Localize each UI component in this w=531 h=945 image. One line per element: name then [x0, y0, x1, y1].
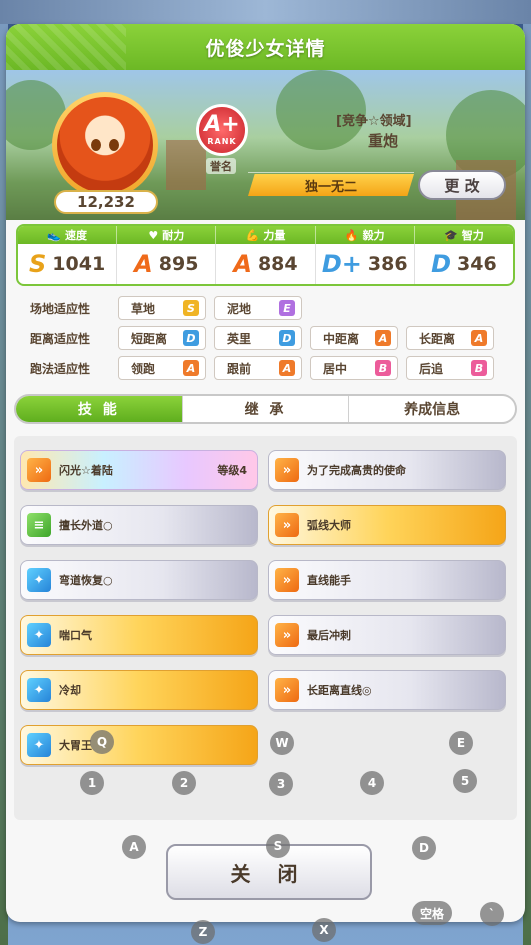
key-hint-4[interactable]: 4 — [360, 771, 384, 795]
stat-header-stamina: ♥ 耐力 — [117, 226, 217, 244]
dialog-title: 优俊少女详情 — [205, 37, 326, 60]
background-top — [0, 0, 531, 24]
stat-value: 386 — [367, 253, 408, 275]
key-hint-a[interactable]: A — [122, 835, 146, 859]
skill-recovery-icon: ✦ — [27, 678, 51, 702]
skill-item[interactable]: ✦ 大胃王 — [20, 725, 258, 765]
stat-header-speed: 👟 速度 — [18, 226, 118, 244]
evaluation-score: 12,232 — [54, 190, 158, 214]
stat-grade: A — [134, 250, 153, 278]
style-aptitude-row: 跑法适应性 领跑 A 跟前 A 居中 B 后追 B — [16, 356, 502, 380]
aptitude-dirt: 泥地 E — [214, 296, 302, 320]
aptitude-long: 长距离 A — [406, 326, 494, 350]
skill-recovery-icon: ✦ — [27, 568, 51, 592]
key-hint-x[interactable]: X — [312, 918, 336, 942]
stat-value: 346 — [457, 253, 497, 275]
epithet-category: [竞争☆领域] — [336, 114, 412, 129]
aptitude-pace: 跟前 A — [214, 356, 302, 380]
skill-item[interactable]: ≡ 擅长外道○ — [20, 505, 258, 545]
skill-speed-icon: » — [27, 458, 51, 482]
unique-badge: 独一无二 — [248, 174, 414, 196]
dialog-title-bar: 优俊少女详情 — [6, 24, 525, 70]
skill-item[interactable]: ✦ 冷却 — [20, 670, 258, 710]
muscle-icon: 💪 — [245, 228, 260, 242]
stat-speed: S 1041 — [18, 244, 118, 284]
key-hint-w[interactable]: W — [270, 731, 294, 755]
stat-grade: D — [431, 250, 452, 278]
skill-level: 等级4 — [217, 464, 247, 477]
skill-speed-icon: » — [275, 513, 299, 537]
tab-inheritance[interactable]: 继 承 — [183, 396, 350, 422]
heart-icon: ♥ — [148, 228, 159, 242]
change-epithet-button[interactable]: 更 改 — [418, 170, 506, 200]
skill-position-icon: ≡ — [27, 513, 51, 537]
epithet-name: 重炮 — [368, 132, 399, 150]
stat-wisdom: D 346 — [415, 244, 513, 284]
skill-speed-icon: » — [275, 623, 299, 647]
aptitude-medium: 中距离 A — [310, 326, 398, 350]
key-hint-d[interactable]: D — [412, 836, 436, 860]
key-hint-q[interactable]: Q — [90, 730, 114, 754]
key-hint-s[interactable]: S — [266, 834, 290, 858]
skill-speed-icon: » — [275, 678, 299, 702]
key-hint-1[interactable]: 1 — [80, 771, 104, 795]
key-hint-5[interactable]: 5 — [453, 769, 477, 793]
skill-speed-icon: » — [275, 458, 299, 482]
stat-header-power: 💪 力量 — [216, 226, 316, 244]
aptitude-late: 居中 B — [310, 356, 398, 380]
skill-item[interactable]: » 闪光☆着陆 等级4 — [20, 450, 258, 490]
track-aptitude-row: 场地适应性 草地 S 泥地 E — [16, 296, 310, 320]
stat-grade: S — [29, 250, 47, 278]
tab-training-info[interactable]: 养成信息 — [349, 396, 515, 422]
key-hint-e[interactable]: E — [449, 731, 473, 755]
skill-item[interactable]: » 最后冲刺 — [268, 615, 506, 655]
stats-table: 👟 速度 ♥ 耐力 💪 力量 🔥 毅力 🎓 智力 S 1041 A 895 A 884 D+ 38… — [16, 224, 515, 286]
stat-grade: D+ — [321, 250, 362, 278]
character-avatar — [57, 97, 153, 193]
key-hint-z[interactable]: Z — [191, 920, 215, 944]
aptitude-turf: 草地 S — [118, 296, 206, 320]
character-portrait[interactable] — [52, 92, 158, 198]
key-hint-backtick[interactable]: ` — [480, 902, 504, 926]
stat-value: 884 — [257, 253, 298, 275]
key-hint-space[interactable]: 空格 — [412, 901, 452, 925]
skill-item[interactable]: » 长距离直线◎ — [268, 670, 506, 710]
cap-icon: 🎓 — [444, 228, 458, 242]
skill-list: » 闪光☆着陆 等级4 » 为了完成高贵的使命 ≡ 擅长外道○ » 弧线大师 ✦… — [14, 436, 517, 820]
distance-aptitude-row: 距离适应性 短距离 D 英里 D 中距离 A 长距离 A — [16, 326, 502, 350]
key-hint-3[interactable]: 3 — [269, 772, 293, 796]
skill-item[interactable]: » 为了完成高贵的使命 — [268, 450, 506, 490]
stat-value: 895 — [158, 253, 199, 275]
aptitude-mile: 英里 D — [214, 326, 302, 350]
skill-item[interactable]: ✦ 弯道恢复○ — [20, 560, 258, 600]
detail-tabs: 技 能 继 承 养成信息 — [14, 394, 517, 424]
shoe-icon: 👟 — [47, 228, 61, 242]
stat-header-guts: 🔥 毅力 — [316, 226, 415, 244]
character-header: 12,232 A+ RANK 誉名 [竞争☆领域] 重炮 独一无二 更 改 — [6, 70, 525, 220]
skill-item[interactable]: » 弧线大师 — [268, 505, 506, 545]
aptitude-end: 后追 B — [406, 356, 494, 380]
stat-header-wisdom: 🎓 智力 — [444, 228, 484, 243]
stat-value: 1041 — [52, 253, 106, 275]
skill-item[interactable]: » 直线能手 — [268, 560, 506, 600]
flame-icon: 🔥 — [344, 228, 359, 242]
skill-item[interactable]: ✦ 喘口气 — [20, 615, 258, 655]
key-hint-2[interactable]: 2 — [172, 771, 196, 795]
aptitude-sprint: 短距离 D — [118, 326, 206, 350]
skill-recovery-icon: ✦ — [27, 623, 51, 647]
stat-grade: A — [233, 250, 252, 278]
aptitude-front: 领跑 A — [118, 356, 206, 380]
rank-badge: A+ RANK — [196, 104, 248, 156]
skill-speed-icon: » — [275, 568, 299, 592]
stat-stamina: A 895 — [117, 244, 217, 284]
skill-recovery-icon: ✦ — [27, 733, 51, 757]
stat-power: A 884 — [216, 244, 316, 284]
stat-guts: D+ 386 — [316, 244, 415, 284]
rank-subtitle: 誉名 — [206, 158, 236, 174]
tab-skills[interactable]: 技 能 — [16, 396, 183, 422]
